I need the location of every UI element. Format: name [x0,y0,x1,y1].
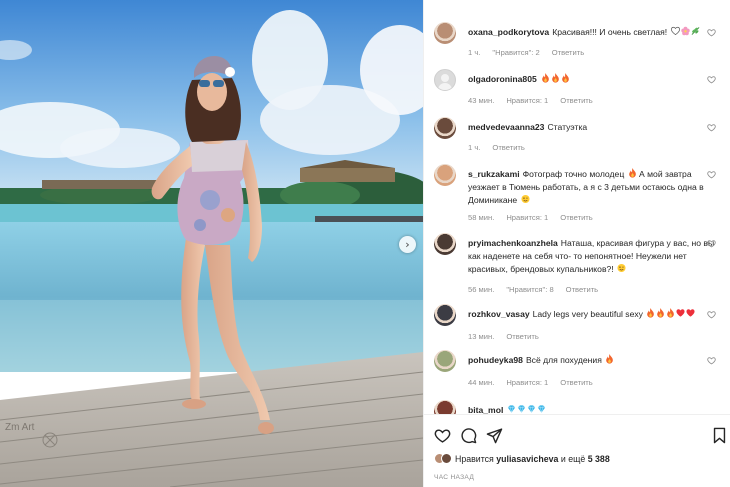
comment-time: 58 мин. [468,213,495,222]
watermark-text: Zm Art [5,422,35,433]
comments-panel: oxana_podkorytova Красивая!!! И очень све… [423,0,730,487]
comment-time: 44 мин. [468,378,495,387]
likes-summary: Нравится yuliasavicheva и ещё 5 388 [434,453,610,464]
bookmark-icon[interactable] [711,427,728,444]
like-comment-heart-icon[interactable] [707,123,716,132]
white-heart-emoji-icon [670,26,680,36]
comment-username[interactable]: olgadoronina805 [468,74,537,84]
comment-meta: 56 мин. "Нравится": 8 Ответить [468,285,610,294]
fire-emoji-icon [657,308,665,318]
comment-meta: 43 мин. Нравится: 1 Ответить [468,96,605,105]
comment-likes-count[interactable]: Нравится: 1 [506,378,548,387]
like-comment-heart-icon[interactable] [707,356,716,365]
commenter-avatar[interactable] [434,69,456,91]
gem-emoji-icon [508,405,516,413]
gem-emoji-icon [528,405,536,413]
reply-button[interactable]: Ответить [492,143,524,152]
comment-body: rozhkov_vasay Lady legs very beautiful se… [468,308,716,321]
comment-username[interactable]: pohudeyka98 [468,355,523,365]
comment-body: medvedevaanna23 Статуэтка [468,121,716,134]
comment-body: pryimachenkoanzhela Наташа, красивая фигу… [468,237,716,275]
commenter-avatar[interactable] [434,164,456,186]
comment-body: olgadoronina805 [468,73,716,86]
comment-time: 13 мин. [468,332,495,341]
comment-meta: 1 ч. Ответить [468,143,537,152]
paper-plane-icon[interactable] [486,427,503,444]
comment-meta: 44 мин. Нравится: 1 Ответить [468,378,605,387]
comment-time: 56 мин. [468,285,495,294]
photo-image: Zm Art [0,0,423,487]
fire-emoji-icon [628,168,636,178]
comment-text: Красивая!!! И очень светлая! [552,27,668,37]
comment-username[interactable]: bita_mol [468,405,503,414]
likes-prefix: Нравится [455,454,494,464]
comment-text: Фотограф точно молодец [522,169,625,179]
comment-meta: 58 мин. Нравится: 1 Ответить [468,213,605,222]
comment-body: bita_mol [468,404,716,414]
gem-emoji-icon [518,405,526,413]
wink-emoji-icon [521,194,530,203]
blossom-emoji-icon [680,26,690,36]
comment-likes-count[interactable]: "Нравится": 2 [492,48,539,57]
likes-count[interactable]: 5 388 [588,454,610,464]
reply-button[interactable]: Ответить [552,48,584,57]
comment-text: Lady legs very beautiful sexy [532,309,643,319]
liker-username[interactable]: yuliasavicheva [496,454,558,464]
like-comment-heart-icon[interactable] [707,239,716,248]
liker-avatar [441,453,452,464]
red-heart-emoji-icon [676,309,685,317]
commenter-avatar[interactable] [434,400,456,414]
heart-outline-icon[interactable] [434,427,451,444]
comment-time: 43 мин. [468,96,495,105]
herb-emoji-icon [691,27,699,35]
like-comment-heart-icon[interactable] [707,75,716,84]
comment-likes-count[interactable]: Нравится: 1 [506,213,548,222]
like-comment-heart-icon[interactable] [707,310,716,319]
reply-button[interactable]: Ответить [560,213,592,222]
comment-body: s_rukzakami Фотограф точно молодец А мой … [468,168,716,206]
post-photo[interactable]: Zm Art › [0,0,423,487]
likes-middle: и ещё [560,454,586,464]
comments-list[interactable]: oxana_podkorytova Красивая!!! И очень све… [424,0,730,414]
commenter-avatar[interactable] [434,350,456,372]
like-comment-heart-icon[interactable] [707,28,716,37]
fire-emoji-icon [541,73,549,83]
comment-likes-count[interactable]: "Нравится": 8 [506,285,553,294]
like-comment-heart-icon[interactable] [707,170,716,179]
comment-username[interactable]: s_rukzakami [468,169,520,179]
reply-button[interactable]: Ответить [560,378,592,387]
comment-meta: 1 ч. "Нравится": 2 Ответить [468,48,596,57]
comment-username[interactable]: rozhkov_vasay [468,309,530,319]
commenter-avatar[interactable] [434,304,456,326]
post-time: ЧАС НАЗАД [434,474,475,481]
gem-emoji-icon [538,405,546,413]
comment-likes-count[interactable]: Нравится: 1 [506,96,548,105]
fire-emoji-icon [606,354,614,364]
comment-time: 1 ч. [468,48,481,57]
red-heart-emoji-icon [686,309,695,317]
reply-button[interactable]: Ответить [560,96,592,105]
comment-time: 1 ч. [468,143,481,152]
comment-text: Всё для похудения [525,355,602,365]
commenter-avatar[interactable] [434,117,456,139]
comment-bubble-icon[interactable] [460,427,477,444]
comment-body: pohudeyka98 Всё для похудения [468,354,716,367]
reply-button[interactable]: Ответить [566,285,598,294]
fire-emoji-icon [551,73,559,83]
next-photo-button[interactable]: › [399,236,416,253]
reply-button[interactable]: Ответить [506,332,538,341]
comment-text: Статуэтка [547,122,588,132]
wink-emoji-icon [617,263,626,272]
fire-emoji-icon [561,73,569,83]
comment-username[interactable]: oxana_podkorytova [468,27,549,37]
comment-username[interactable]: medvedevaanna23 [468,122,544,132]
commenter-avatar[interactable] [434,233,456,255]
comment-body: oxana_podkorytova Красивая!!! И очень све… [468,26,716,39]
commenter-avatar[interactable] [434,22,456,44]
comment-meta: 13 мин. Ответить [468,332,551,341]
fire-emoji-icon [647,308,655,318]
fire-emoji-icon [667,308,675,318]
comment-username[interactable]: pryimachenkoanzhela [468,238,558,248]
